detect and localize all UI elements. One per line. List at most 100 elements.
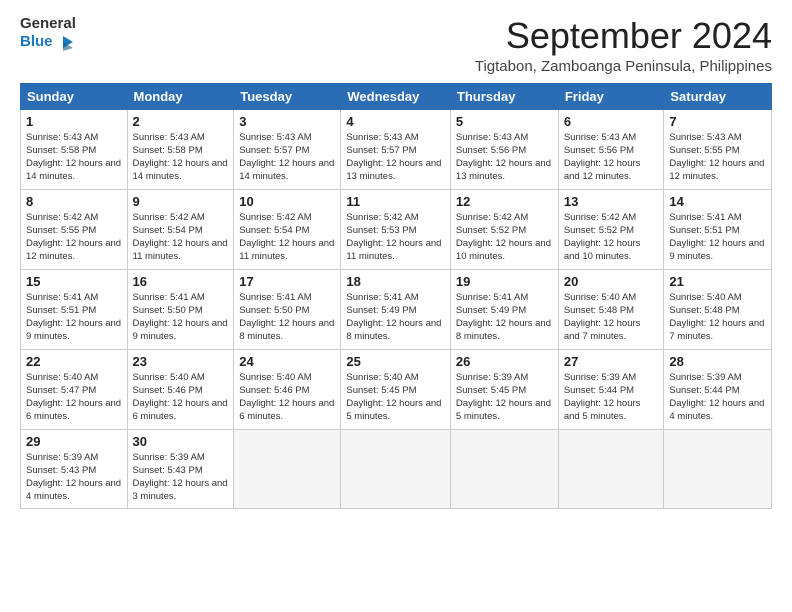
day-info: Sunrise: 5:42 AM Sunset: 5:52 PM Dayligh… <box>456 211 553 264</box>
day-info: Sunrise: 5:43 AM Sunset: 5:58 PM Dayligh… <box>26 131 122 184</box>
day-info: Sunrise: 5:39 AM Sunset: 5:43 PM Dayligh… <box>26 451 122 504</box>
day-number: 26 <box>456 354 553 369</box>
table-row: 16 Sunrise: 5:41 AM Sunset: 5:50 PM Dayl… <box>127 269 234 349</box>
day-info: Sunrise: 5:40 AM Sunset: 5:48 PM Dayligh… <box>564 291 659 344</box>
day-number: 30 <box>133 434 229 449</box>
table-row: 19 Sunrise: 5:41 AM Sunset: 5:49 PM Dayl… <box>450 269 558 349</box>
table-row: 7 Sunrise: 5:43 AM Sunset: 5:55 PM Dayli… <box>664 109 772 189</box>
day-number: 22 <box>26 354 122 369</box>
day-number: 28 <box>669 354 766 369</box>
day-info: Sunrise: 5:43 AM Sunset: 5:56 PM Dayligh… <box>564 131 659 184</box>
table-row <box>450 429 558 508</box>
day-info: Sunrise: 5:43 AM Sunset: 5:57 PM Dayligh… <box>346 131 445 184</box>
table-row: 2 Sunrise: 5:43 AM Sunset: 5:58 PM Dayli… <box>127 109 234 189</box>
header-row: General Blue September 2024 Tigtabon, Za… <box>20 16 772 75</box>
col-wednesday: Wednesday <box>341 83 451 109</box>
day-number: 17 <box>239 274 335 289</box>
page: General Blue September 2024 Tigtabon, Za… <box>0 0 792 519</box>
table-row: 20 Sunrise: 5:40 AM Sunset: 5:48 PM Dayl… <box>558 269 664 349</box>
day-number: 15 <box>26 274 122 289</box>
col-tuesday: Tuesday <box>234 83 341 109</box>
table-row: 8 Sunrise: 5:42 AM Sunset: 5:55 PM Dayli… <box>21 189 128 269</box>
table-row: 1 Sunrise: 5:43 AM Sunset: 5:58 PM Dayli… <box>21 109 128 189</box>
table-row <box>341 429 451 508</box>
day-number: 7 <box>669 114 766 129</box>
table-row: 15 Sunrise: 5:41 AM Sunset: 5:51 PM Dayl… <box>21 269 128 349</box>
day-number: 1 <box>26 114 122 129</box>
table-row: 5 Sunrise: 5:43 AM Sunset: 5:56 PM Dayli… <box>450 109 558 189</box>
day-info: Sunrise: 5:40 AM Sunset: 5:45 PM Dayligh… <box>346 371 445 424</box>
day-info: Sunrise: 5:41 AM Sunset: 5:51 PM Dayligh… <box>669 211 766 264</box>
day-number: 5 <box>456 114 553 129</box>
table-row: 24 Sunrise: 5:40 AM Sunset: 5:46 PM Dayl… <box>234 349 341 429</box>
table-row: 9 Sunrise: 5:42 AM Sunset: 5:54 PM Dayli… <box>127 189 234 269</box>
day-info: Sunrise: 5:42 AM Sunset: 5:53 PM Dayligh… <box>346 211 445 264</box>
day-number: 10 <box>239 194 335 209</box>
table-row: 30 Sunrise: 5:39 AM Sunset: 5:43 PM Dayl… <box>127 429 234 508</box>
day-info: Sunrise: 5:39 AM Sunset: 5:44 PM Dayligh… <box>564 371 659 424</box>
table-row: 17 Sunrise: 5:41 AM Sunset: 5:50 PM Dayl… <box>234 269 341 349</box>
day-number: 11 <box>346 194 445 209</box>
table-row <box>234 429 341 508</box>
day-number: 19 <box>456 274 553 289</box>
day-number: 24 <box>239 354 335 369</box>
day-info: Sunrise: 5:40 AM Sunset: 5:47 PM Dayligh… <box>26 371 122 424</box>
day-info: Sunrise: 5:40 AM Sunset: 5:46 PM Dayligh… <box>239 371 335 424</box>
day-info: Sunrise: 5:43 AM Sunset: 5:56 PM Dayligh… <box>456 131 553 184</box>
day-info: Sunrise: 5:42 AM Sunset: 5:54 PM Dayligh… <box>133 211 229 264</box>
table-row: 3 Sunrise: 5:43 AM Sunset: 5:57 PM Dayli… <box>234 109 341 189</box>
day-number: 18 <box>346 274 445 289</box>
table-row: 4 Sunrise: 5:43 AM Sunset: 5:57 PM Dayli… <box>341 109 451 189</box>
calendar: Sunday Monday Tuesday Wednesday Thursday… <box>20 83 772 509</box>
col-saturday: Saturday <box>664 83 772 109</box>
day-info: Sunrise: 5:41 AM Sunset: 5:49 PM Dayligh… <box>346 291 445 344</box>
table-row: 27 Sunrise: 5:39 AM Sunset: 5:44 PM Dayl… <box>558 349 664 429</box>
table-row: 28 Sunrise: 5:39 AM Sunset: 5:44 PM Dayl… <box>664 349 772 429</box>
location: Tigtabon, Zamboanga Peninsula, Philippin… <box>475 58 772 75</box>
day-number: 9 <box>133 194 229 209</box>
day-info: Sunrise: 5:42 AM Sunset: 5:54 PM Dayligh… <box>239 211 335 264</box>
title-block: September 2024 Tigtabon, Zamboanga Penin… <box>475 16 772 75</box>
day-number: 27 <box>564 354 659 369</box>
table-row: 26 Sunrise: 5:39 AM Sunset: 5:45 PM Dayl… <box>450 349 558 429</box>
table-row: 21 Sunrise: 5:40 AM Sunset: 5:48 PM Dayl… <box>664 269 772 349</box>
day-info: Sunrise: 5:39 AM Sunset: 5:45 PM Dayligh… <box>456 371 553 424</box>
col-monday: Monday <box>127 83 234 109</box>
table-row: 25 Sunrise: 5:40 AM Sunset: 5:45 PM Dayl… <box>341 349 451 429</box>
day-number: 8 <box>26 194 122 209</box>
day-number: 29 <box>26 434 122 449</box>
table-row: 12 Sunrise: 5:42 AM Sunset: 5:52 PM Dayl… <box>450 189 558 269</box>
day-number: 21 <box>669 274 766 289</box>
day-info: Sunrise: 5:43 AM Sunset: 5:58 PM Dayligh… <box>133 131 229 184</box>
col-thursday: Thursday <box>450 83 558 109</box>
day-number: 20 <box>564 274 659 289</box>
table-row: 11 Sunrise: 5:42 AM Sunset: 5:53 PM Dayl… <box>341 189 451 269</box>
day-info: Sunrise: 5:43 AM Sunset: 5:57 PM Dayligh… <box>239 131 335 184</box>
day-number: 13 <box>564 194 659 209</box>
table-row: 23 Sunrise: 5:40 AM Sunset: 5:46 PM Dayl… <box>127 349 234 429</box>
month-title: September 2024 <box>475 16 772 56</box>
day-info: Sunrise: 5:40 AM Sunset: 5:46 PM Dayligh… <box>133 371 229 424</box>
day-number: 16 <box>133 274 229 289</box>
table-row: 29 Sunrise: 5:39 AM Sunset: 5:43 PM Dayl… <box>21 429 128 508</box>
day-info: Sunrise: 5:39 AM Sunset: 5:43 PM Dayligh… <box>133 451 229 504</box>
day-info: Sunrise: 5:40 AM Sunset: 5:48 PM Dayligh… <box>669 291 766 344</box>
day-info: Sunrise: 5:41 AM Sunset: 5:50 PM Dayligh… <box>133 291 229 344</box>
day-info: Sunrise: 5:43 AM Sunset: 5:55 PM Dayligh… <box>669 131 766 184</box>
day-number: 4 <box>346 114 445 129</box>
table-row: 13 Sunrise: 5:42 AM Sunset: 5:52 PM Dayl… <box>558 189 664 269</box>
table-row: 14 Sunrise: 5:41 AM Sunset: 5:51 PM Dayl… <box>664 189 772 269</box>
day-info: Sunrise: 5:42 AM Sunset: 5:52 PM Dayligh… <box>564 211 659 264</box>
day-number: 25 <box>346 354 445 369</box>
calendar-header-row: Sunday Monday Tuesday Wednesday Thursday… <box>21 83 772 109</box>
day-number: 3 <box>239 114 335 129</box>
table-row: 22 Sunrise: 5:40 AM Sunset: 5:47 PM Dayl… <box>21 349 128 429</box>
table-row: 10 Sunrise: 5:42 AM Sunset: 5:54 PM Dayl… <box>234 189 341 269</box>
day-number: 6 <box>564 114 659 129</box>
logo: General Blue <box>20 16 76 51</box>
day-info: Sunrise: 5:42 AM Sunset: 5:55 PM Dayligh… <box>26 211 122 264</box>
day-number: 23 <box>133 354 229 369</box>
day-number: 2 <box>133 114 229 129</box>
table-row: 18 Sunrise: 5:41 AM Sunset: 5:49 PM Dayl… <box>341 269 451 349</box>
col-sunday: Sunday <box>21 83 128 109</box>
